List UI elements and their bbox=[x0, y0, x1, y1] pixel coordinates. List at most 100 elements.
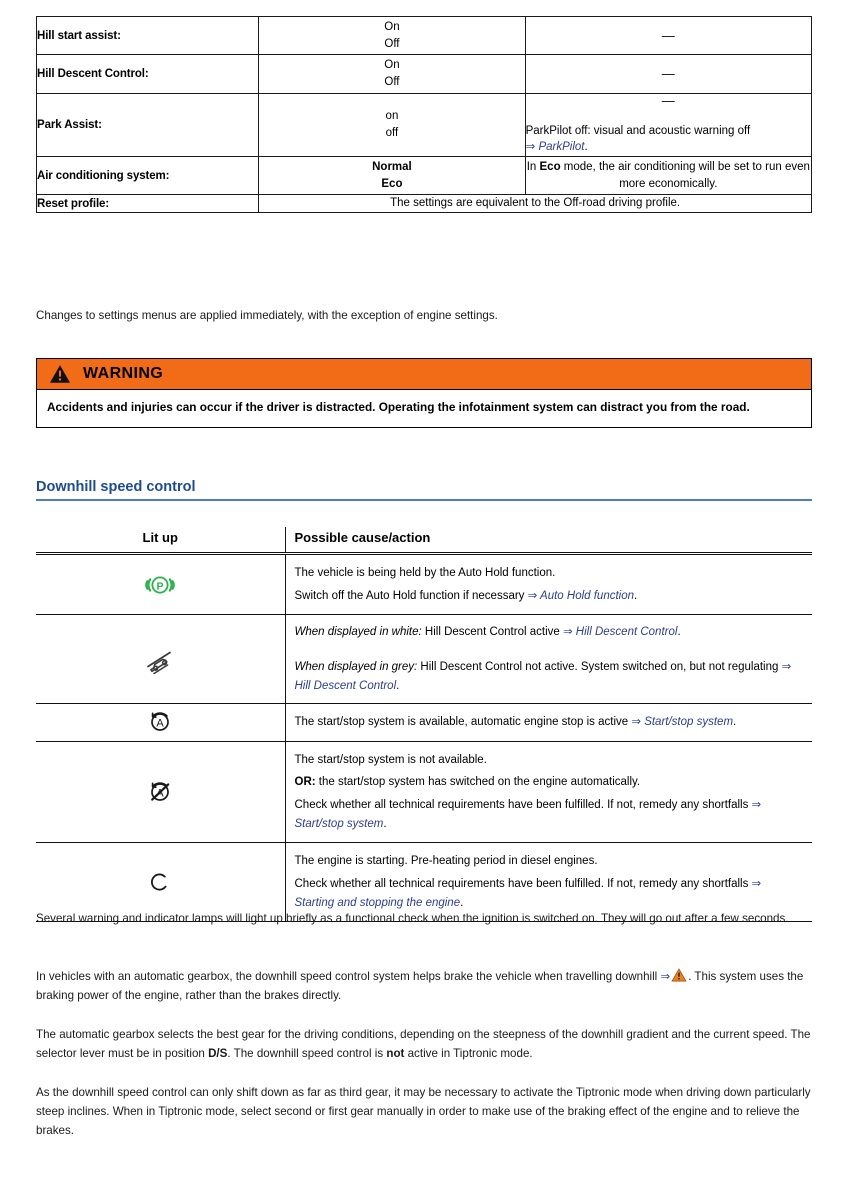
setting-values: On Off bbox=[258, 54, 526, 94]
setting-label: Air conditioning system: bbox=[35, 155, 260, 196]
setting-value[interactable]: On bbox=[259, 21, 524, 34]
cross-reference-arrow-icon: ⇒ bbox=[631, 716, 641, 729]
setting-value[interactable]: Off bbox=[259, 38, 524, 51]
lamp-description-line: The start/stop system is available, auto… bbox=[295, 711, 804, 734]
paragraph-best-gear-selection: The automatic gearbox selects the best g… bbox=[36, 1026, 812, 1064]
cross-reference-arrow-icon: ⇒ bbox=[527, 589, 538, 602]
paragraph-third-gear-tiptronic: As the downhill speed control can only s… bbox=[36, 1084, 812, 1140]
text-run: . bbox=[677, 626, 681, 639]
driving-profile-settings-table: Hill start assist: On Off — Hill Descent Con… bbox=[35, 15, 813, 213]
cross-reference-link[interactable]: Starting and stopping the engine bbox=[295, 897, 461, 909]
lamp-description-cell: When displayed in white: Hill Descent Co… bbox=[284, 614, 813, 705]
text-run: Check whether all technical requirements… bbox=[294, 877, 752, 890]
text-run: . bbox=[584, 141, 588, 154]
lamp-description-line: Check whether all technical requirements… bbox=[295, 794, 804, 835]
table-row: P The vehicle is being held by the Auto H… bbox=[36, 553, 813, 616]
text-run: Hill Descent Control active bbox=[421, 626, 563, 639]
lamp-description-block: When displayed in white: Hill Descent Co… bbox=[286, 615, 813, 650]
text-run: The start/stop system is available, auto… bbox=[294, 716, 632, 729]
lamp-description-line: The start/stop system is not available. bbox=[295, 749, 804, 772]
paragraph-automatic-gearbox-downhill: In vehicles with an automatic gearbox, t… bbox=[36, 968, 812, 1006]
cross-reference-link[interactable]: Auto Hold function bbox=[537, 590, 634, 602]
heading-rule bbox=[36, 499, 812, 501]
cross-reference-arrow-icon: ⇒ bbox=[660, 970, 671, 983]
setting-value[interactable]: Normal bbox=[259, 161, 524, 174]
text-run: ParkPilot off: visual and acoustic warni… bbox=[525, 124, 751, 137]
warning-lamps-table: Lit up Possible cause/action P The vehicl… bbox=[36, 527, 813, 923]
table-row: Reset profile: The settings are equivalen… bbox=[35, 194, 812, 213]
empty-dash: — bbox=[661, 66, 675, 82]
start-stop-unavailable-icon: A bbox=[151, 782, 170, 801]
cross-reference-link[interactable]: Start/stop system bbox=[295, 818, 384, 830]
table-row: A The start/stop system is not available.… bbox=[36, 741, 813, 844]
cross-reference-link[interactable]: ParkPilot bbox=[535, 141, 584, 153]
cross-reference-link[interactable]: Start/stop system bbox=[641, 716, 733, 728]
table-row: A The start/stop system is available, aut… bbox=[36, 703, 813, 742]
lamps-header-row: Lit up Possible cause/action bbox=[36, 527, 812, 555]
text-run: the start/stop system has switched on th… bbox=[315, 776, 641, 789]
lamp-description-block: The start/stop system is available, auto… bbox=[286, 704, 813, 741]
warning-triangle-icon bbox=[50, 365, 70, 383]
cross-reference-link[interactable]: Hill Descent Control bbox=[573, 626, 678, 638]
cross-reference-link[interactable]: Hill Descent Control bbox=[295, 680, 397, 692]
setting-values: On Off bbox=[258, 15, 526, 56]
setting-label: Reset profile: bbox=[35, 194, 260, 213]
lamp-icon-cell: P bbox=[36, 553, 285, 616]
warning-box: WARNING Accidents and injuries can occur… bbox=[36, 358, 812, 429]
cross-reference-arrow-icon: ⇒ bbox=[781, 660, 792, 673]
setting-value[interactable]: Off bbox=[259, 76, 524, 89]
lamp-description-cell: The vehicle is being held by the Auto Ho… bbox=[284, 553, 813, 616]
text-run: Check whether all technical requirements… bbox=[294, 799, 752, 811]
italic-text: When displayed in grey: bbox=[294, 660, 418, 673]
table-row: Air conditioning system: Normal Eco In Eco … bbox=[35, 155, 813, 196]
setting-note-span: The settings are equivalent to the Off-r… bbox=[258, 194, 812, 213]
setting-value[interactable]: On bbox=[259, 59, 524, 72]
lamps-table-head: Lit up Possible cause/action bbox=[36, 527, 812, 555]
setting-note: — bbox=[524, 54, 813, 94]
text-run: . bbox=[733, 716, 737, 729]
setting-values: on off bbox=[258, 92, 526, 157]
text-run: In vehicles with an automatic gearbox, t… bbox=[36, 970, 661, 983]
lamp-description-line: The engine is starting. Pre-heating peri… bbox=[295, 850, 804, 873]
setting-note: In Eco mode, the air conditioning will b… bbox=[524, 155, 813, 196]
cross-reference-arrow-icon: ⇒ bbox=[751, 877, 762, 890]
column-header-possible-cause-action: Possible cause/action bbox=[284, 527, 812, 555]
setting-label: Park Assist: bbox=[35, 92, 260, 157]
lamp-description-block: The start/stop system is not available. O… bbox=[286, 742, 813, 843]
warning-triangle-inline-icon bbox=[671, 968, 687, 982]
warning-body-text: Accidents and injuries can occur if the … bbox=[47, 400, 750, 414]
text-run: The vehicle is being held by the Auto Ho… bbox=[294, 567, 556, 579]
setting-value[interactable]: off bbox=[259, 127, 524, 140]
text-run: mode, the air conditioning will be set t… bbox=[560, 160, 810, 190]
lamp-description-line: OR: the start/stop system has switched o… bbox=[295, 771, 804, 794]
table-row: Hill start assist: On Off — bbox=[35, 15, 813, 56]
cross-reference-arrow-icon: ⇒ bbox=[751, 799, 762, 811]
lamp-description-block: The vehicle is being held by the Auto Ho… bbox=[286, 555, 813, 614]
text-run: . bbox=[634, 589, 638, 602]
table-row: Park Assist: on off — ParkPilot off: visual … bbox=[35, 92, 813, 157]
lamp-description-cell: The start/stop system is not available. O… bbox=[284, 741, 813, 844]
empty-dash: — bbox=[661, 92, 675, 108]
lamp-description-line: When displayed in grey: Hill Descent Con… bbox=[295, 656, 804, 697]
bold-text: D/S bbox=[208, 1046, 228, 1060]
setting-label: Hill start assist: bbox=[35, 15, 260, 56]
setting-value[interactable]: on bbox=[259, 110, 524, 123]
text-run: As the downhill speed control can only s… bbox=[36, 1086, 811, 1137]
page-title: Downhill speed control bbox=[36, 479, 196, 495]
lamp-icon-cell bbox=[36, 614, 285, 705]
document-page: Hill start assist: On Off — Hill Descent Con… bbox=[0, 0, 848, 1200]
intro-paragraph: Changes to settings menus are applied im… bbox=[36, 309, 498, 322]
setting-value[interactable]: Eco bbox=[259, 178, 524, 191]
text-run: Hill Descent Control not active. System … bbox=[417, 660, 782, 673]
svg-text:P: P bbox=[157, 580, 164, 592]
bold-text: OR: bbox=[294, 776, 316, 789]
lamp-description-cell: The start/stop system is available, auto… bbox=[284, 703, 813, 742]
start-stop-available-icon: A bbox=[151, 712, 170, 732]
note-text: ParkPilot off: visual and acoustic warni… bbox=[526, 123, 811, 156]
column-header-lit-up: Lit up bbox=[36, 527, 285, 555]
lamp-description-block: When displayed in grey: Hill Descent Con… bbox=[286, 650, 813, 703]
section-heading-downhill-speed-control: Downhill speed control bbox=[36, 478, 812, 501]
lamp-description-line: When displayed in white: Hill Descent Co… bbox=[295, 621, 804, 644]
text-run: In bbox=[526, 160, 540, 173]
lamp-icon-cell: A bbox=[36, 741, 285, 844]
